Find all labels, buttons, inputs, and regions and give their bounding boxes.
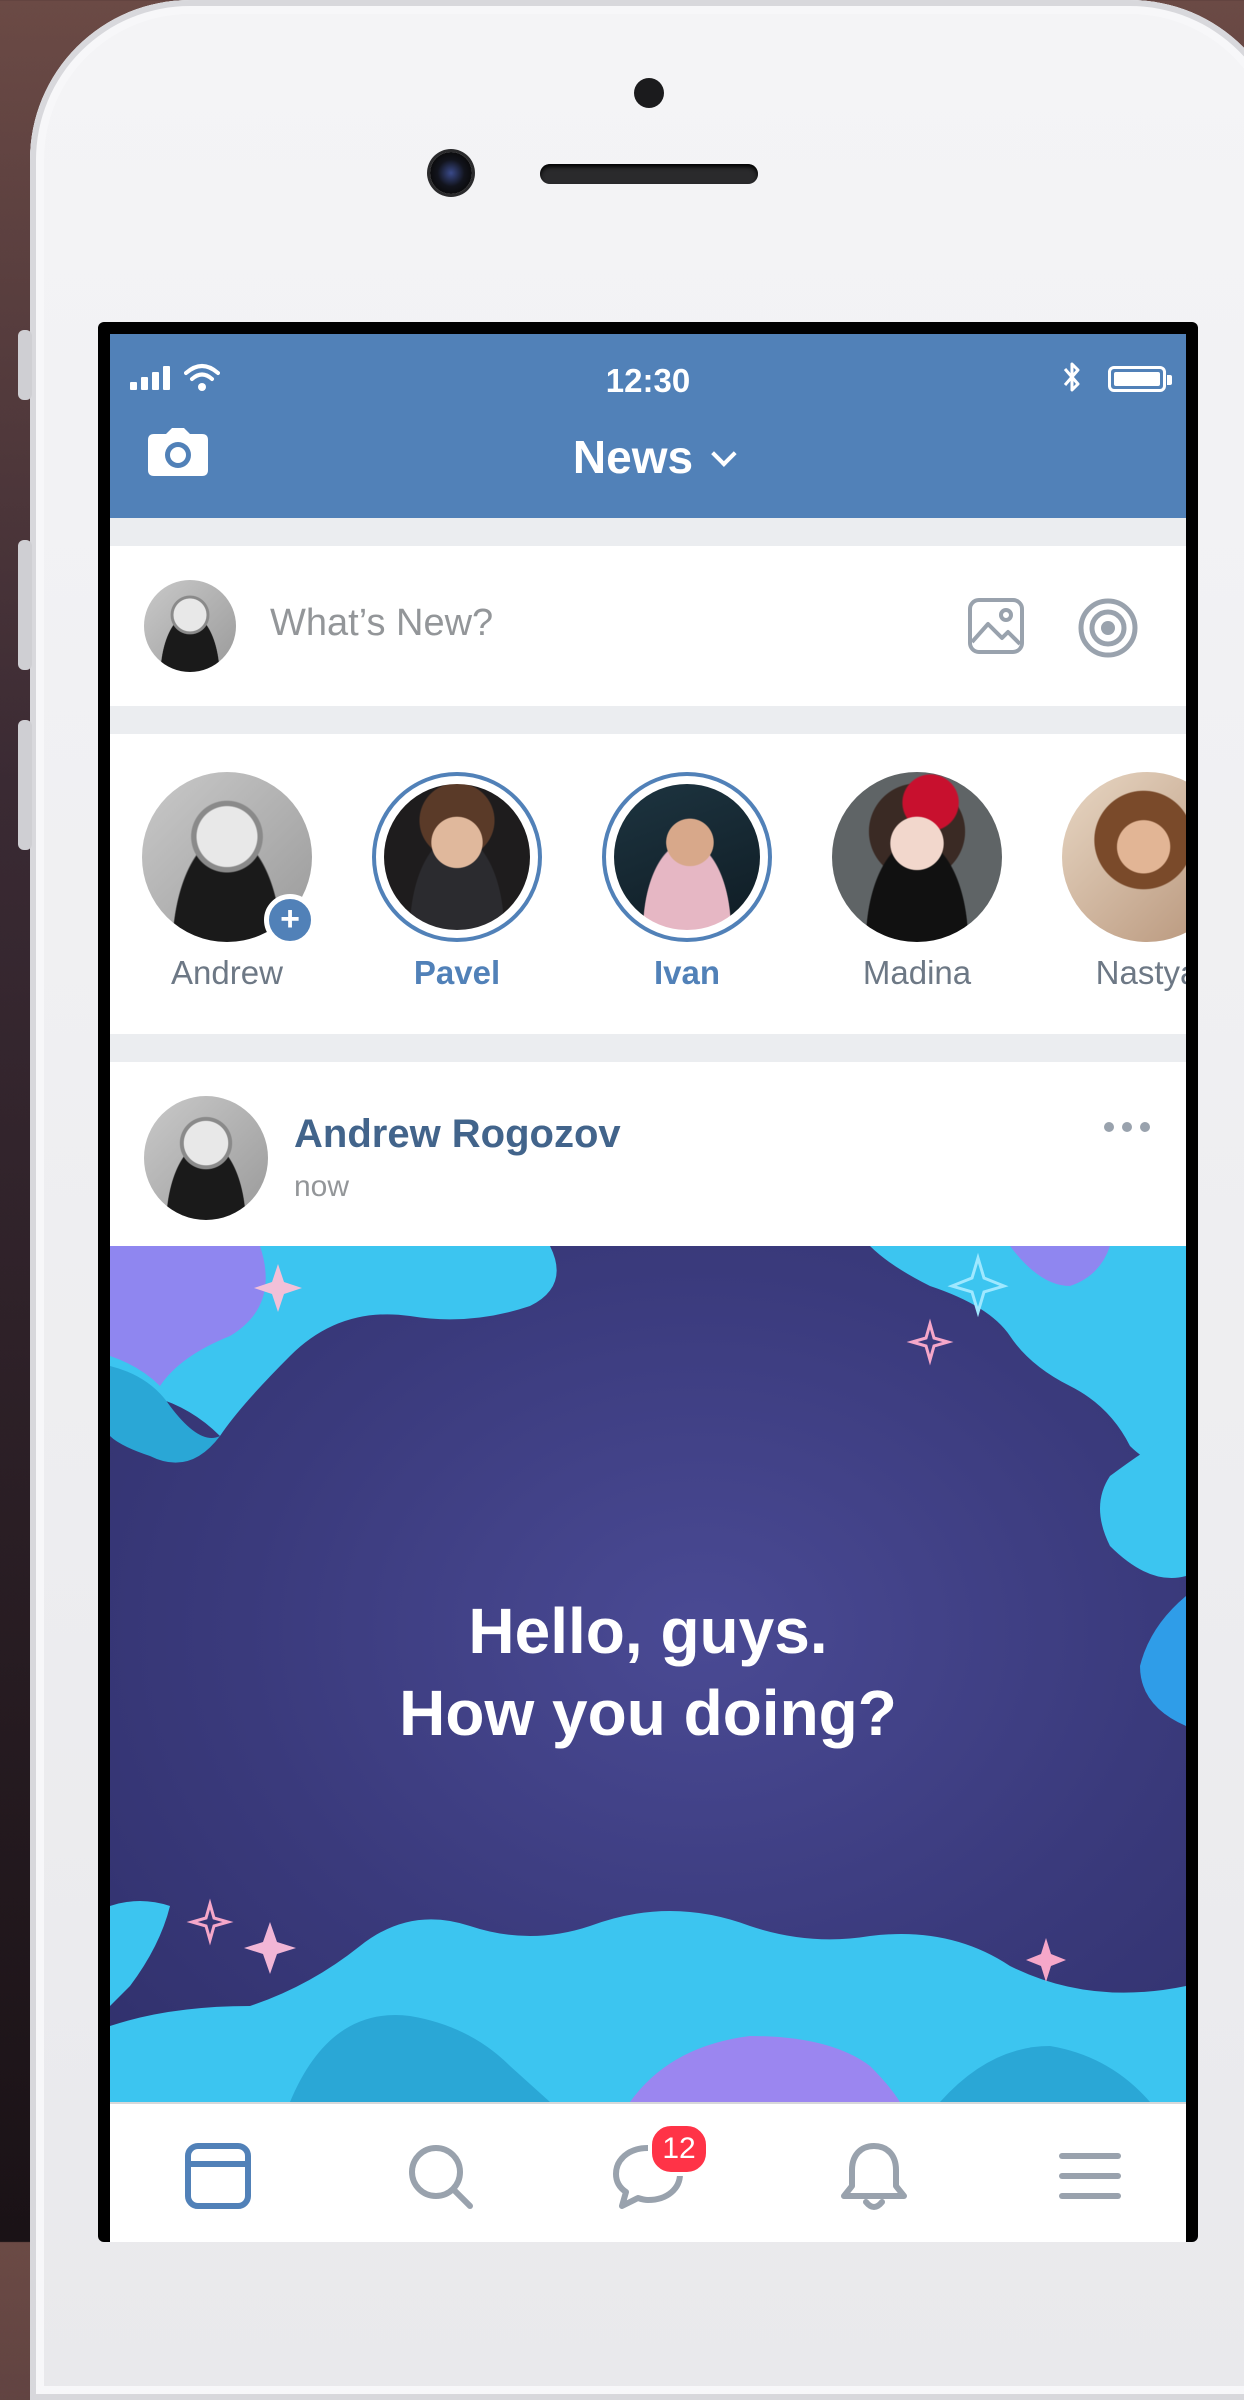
story-label: Nastya xyxy=(1095,954,1186,991)
avatar xyxy=(384,784,530,930)
mute-switch xyxy=(18,330,32,400)
story-andrew[interactable]: + Andrew xyxy=(142,772,316,992)
bottom-tab-bar: 12 xyxy=(110,2102,1186,2242)
story-label: Ivan xyxy=(653,954,721,991)
messages-tab[interactable]: 12 xyxy=(608,2122,710,2216)
avatar xyxy=(832,772,1002,942)
feed-title-dropdown[interactable]: News xyxy=(110,430,1186,484)
avatar xyxy=(614,784,760,930)
page-title: News xyxy=(572,431,694,483)
stories-row: + Andrew Pavel Ivan Madina Nasty xyxy=(110,734,1186,1034)
story-label: Madina xyxy=(862,954,972,991)
story-madina[interactable]: Madina xyxy=(832,772,1002,992)
photo-icon[interactable] xyxy=(966,596,1026,656)
post-text-line-1: Hello, guys. xyxy=(468,1595,828,1667)
story-ring xyxy=(832,772,1002,942)
user-avatar[interactable] xyxy=(144,580,236,672)
messages-badge: 12 xyxy=(648,2122,710,2176)
front-camera xyxy=(430,152,472,194)
chevron-down-icon xyxy=(711,441,737,467)
story-pavel[interactable]: Pavel xyxy=(372,772,542,992)
volume-up-button xyxy=(18,540,32,670)
bluetooth-icon xyxy=(1063,362,1080,392)
search-icon[interactable] xyxy=(400,2136,480,2216)
story-ring: + xyxy=(142,772,316,946)
add-story-icon[interactable]: + xyxy=(264,894,316,946)
story-ivan[interactable]: Ivan xyxy=(602,772,772,992)
volume-down-button xyxy=(18,720,32,850)
story-label: Andrew xyxy=(171,954,283,991)
story-ring xyxy=(1062,772,1186,942)
author-avatar[interactable] xyxy=(144,1096,268,1220)
composer-placeholder[interactable]: What’s New? xyxy=(270,602,493,645)
post-text-line-2: How you doing? xyxy=(399,1677,897,1749)
more-options-icon[interactable] xyxy=(1104,1122,1150,1132)
status-bar: 12:30 xyxy=(110,354,1186,404)
status-time: 12:30 xyxy=(605,362,691,399)
menu-icon[interactable] xyxy=(1050,2136,1130,2216)
story-ring xyxy=(602,772,772,942)
story-label: Pavel xyxy=(413,954,501,991)
top-bar: 12:30 News xyxy=(110,334,1186,518)
news-icon[interactable] xyxy=(178,2136,258,2216)
post-content[interactable]: Hello, guys. How you doing? xyxy=(110,1246,1186,2102)
post-time: now xyxy=(294,1170,350,1203)
story-nastya[interactable]: Nastya xyxy=(1062,772,1186,992)
app-display: 12:30 News What’s New? + Andrew Pavel Iv… xyxy=(110,334,1186,2242)
post-text: Hello, guys. How you doing? xyxy=(110,1590,1186,1754)
avatar xyxy=(1062,772,1186,942)
post-author[interactable]: Andrew Rogozov xyxy=(294,1112,621,1157)
live-stream-icon[interactable] xyxy=(1076,596,1140,660)
battery-icon xyxy=(1108,366,1172,392)
earpiece-speaker xyxy=(540,164,758,184)
post-composer[interactable]: What’s New? xyxy=(110,546,1186,706)
notifications-icon[interactable] xyxy=(834,2136,914,2216)
proximity-sensor xyxy=(634,78,664,108)
story-ring xyxy=(372,772,542,942)
post-header: Andrew Rogozov now xyxy=(110,1062,1186,1246)
